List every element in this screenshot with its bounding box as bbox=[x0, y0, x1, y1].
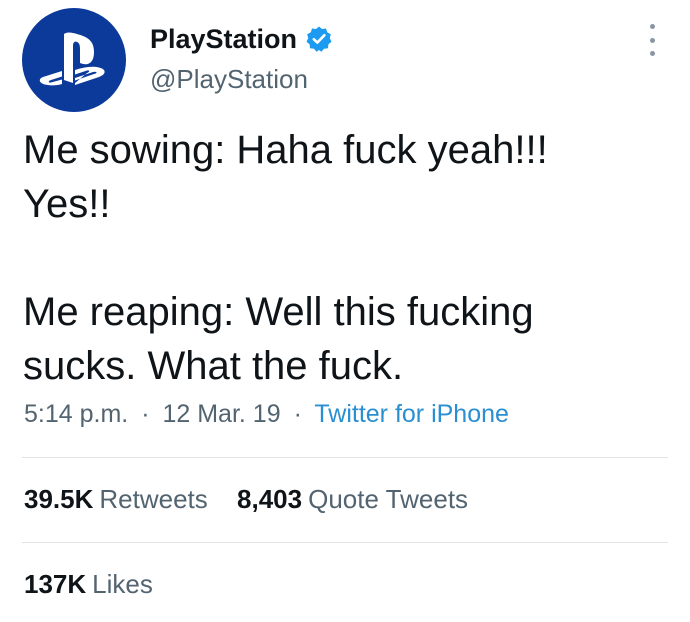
likes-count: 137K bbox=[24, 569, 87, 599]
retweets-stat[interactable]: 39.5K Retweets bbox=[24, 484, 208, 514]
meta-separator: · bbox=[141, 400, 150, 428]
likes-row: 137K Likes bbox=[24, 569, 175, 600]
retweets-count: 39.5K bbox=[24, 484, 94, 514]
tweet-line: Me sowing: Haha fuck yeah!!! bbox=[23, 128, 548, 172]
tweet-time[interactable]: 5:14 p.m. bbox=[24, 400, 128, 428]
divider bbox=[22, 542, 668, 543]
quote-tweets-count: 8,403 bbox=[237, 484, 303, 514]
quote-tweets-stat[interactable]: 8,403 Quote Tweets bbox=[237, 484, 468, 514]
user-handle[interactable]: @PlayStation bbox=[150, 64, 308, 95]
tweet-meta: 5:14 p.m. · 12 Mar. 19 · Twitter for iPh… bbox=[24, 400, 509, 429]
likes-label: Likes bbox=[92, 569, 153, 599]
tweet-card: PlayStation @PlayStation Me sowing: Haha… bbox=[0, 0, 690, 622]
meta-separator: · bbox=[293, 400, 302, 428]
display-name[interactable]: PlayStation bbox=[150, 24, 297, 55]
more-options-icon[interactable] bbox=[640, 24, 664, 56]
tweet-line: Yes!! bbox=[23, 182, 111, 226]
tweet-line: sucks. What the fuck. bbox=[23, 344, 404, 388]
tweet-text: Me sowing: Haha fuck yeah!!! Yes!! Me re… bbox=[23, 123, 663, 393]
divider bbox=[22, 457, 668, 458]
quote-tweets-label: Quote Tweets bbox=[308, 484, 469, 514]
engagement-stats: 39.5K Retweets 8,403 Quote Tweets bbox=[24, 484, 490, 515]
verified-badge-icon bbox=[305, 25, 333, 53]
name-row: PlayStation bbox=[150, 22, 333, 56]
tweet-source-link[interactable]: Twitter for iPhone bbox=[314, 400, 509, 428]
tweet-line: Me reaping: Well this fucking bbox=[23, 290, 534, 334]
likes-stat[interactable]: 137K Likes bbox=[24, 569, 153, 599]
avatar[interactable] bbox=[22, 8, 126, 112]
playstation-logo-icon bbox=[39, 32, 105, 86]
tweet-date[interactable]: 12 Mar. 19 bbox=[162, 400, 280, 428]
retweets-label: Retweets bbox=[99, 484, 208, 514]
